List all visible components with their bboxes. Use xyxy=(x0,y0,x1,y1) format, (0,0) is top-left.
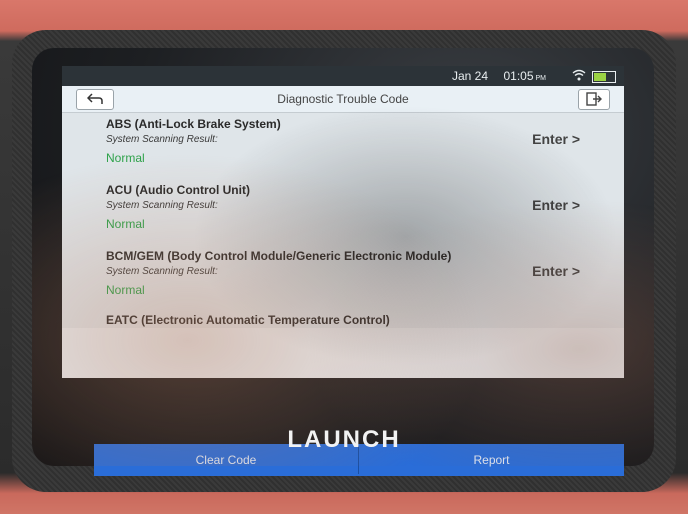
result-label: System Scanning Result: xyxy=(106,134,218,145)
status-date: Jan 24 xyxy=(451,69,488,83)
status-badge: Normal xyxy=(106,151,145,165)
system-list[interactable]: ABS (Anti-Lock Brake System) System Scan… xyxy=(62,113,624,328)
system-name: EATC (Electronic Automatic Temperature C… xyxy=(106,313,390,327)
status-time: 01:05 PM xyxy=(503,69,546,83)
title-bar: Diagnostic Trouble Code xyxy=(62,86,624,113)
enter-button[interactable]: Enter > xyxy=(532,131,580,147)
exit-icon xyxy=(586,92,602,106)
exit-button[interactable] xyxy=(578,89,610,110)
system-name: ABS (Anti-Lock Brake System) xyxy=(106,117,281,131)
scan-tool-device: Jan 24 01:05PM Diagnostic Trouble Code xyxy=(0,0,688,514)
enter-button[interactable]: Enter > xyxy=(532,197,580,213)
system-name: BCM/GEM (Body Control Module/Generic Ele… xyxy=(106,249,452,263)
status-badge: Normal xyxy=(106,217,145,231)
list-item[interactable]: ABS (Anti-Lock Brake System) System Scan… xyxy=(62,113,624,179)
enter-button[interactable]: Enter > xyxy=(532,263,580,279)
list-item[interactable]: EATC (Electronic Automatic Temperature C… xyxy=(62,311,624,328)
brand-logo: LAUNCH xyxy=(287,426,401,453)
wifi-icon xyxy=(572,69,586,81)
page-title: Diagnostic Trouble Code xyxy=(277,92,409,106)
status-badge: Normal xyxy=(106,283,145,297)
result-label: System Scanning Result: xyxy=(106,200,218,211)
app-screen: Jan 24 01:05PM Diagnostic Trouble Code xyxy=(62,66,624,476)
status-bar: Jan 24 01:05 PM xyxy=(62,66,624,86)
list-item[interactable]: ACU (Audio Control Unit) System Scanning… xyxy=(62,179,624,245)
system-name: ACU (Audio Control Unit) xyxy=(106,183,250,197)
result-label: System Scanning Result: xyxy=(106,266,218,277)
list-item[interactable]: BCM/GEM (Body Control Module/Generic Ele… xyxy=(62,245,624,311)
battery-icon xyxy=(592,71,616,83)
